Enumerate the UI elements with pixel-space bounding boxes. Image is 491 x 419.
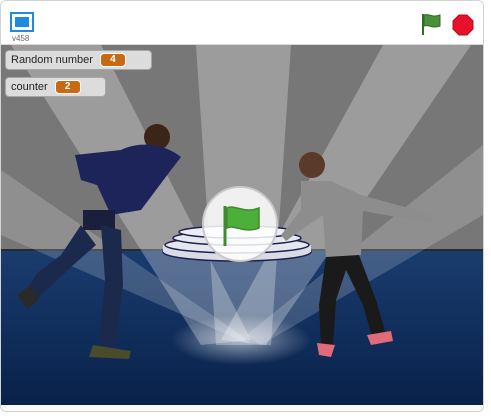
variable-monitor-random-number[interactable]: Random number 4: [5, 50, 152, 70]
monitor-label: counter: [11, 81, 48, 93]
variable-monitor-counter[interactable]: counter 2: [5, 77, 106, 97]
monitor-value: 2: [54, 80, 81, 94]
stop-sign-icon[interactable]: [452, 14, 474, 36]
green-flag-icon[interactable]: [419, 12, 443, 36]
fullscreen-icon[interactable]: [10, 12, 34, 32]
stage[interactable]: Random number 4 counter 2: [1, 45, 483, 405]
green-flag-icon: [223, 206, 260, 246]
version-label: v458: [12, 34, 30, 43]
player-footer: [1, 405, 483, 411]
player-toolbar: v458: [1, 1, 483, 45]
monitor-value: 4: [99, 53, 126, 67]
monitor-label: Random number: [11, 54, 93, 66]
start-green-flag-overlay[interactable]: [202, 186, 278, 262]
scratch-player: v458 Random number 4 counter 2: [0, 0, 484, 412]
